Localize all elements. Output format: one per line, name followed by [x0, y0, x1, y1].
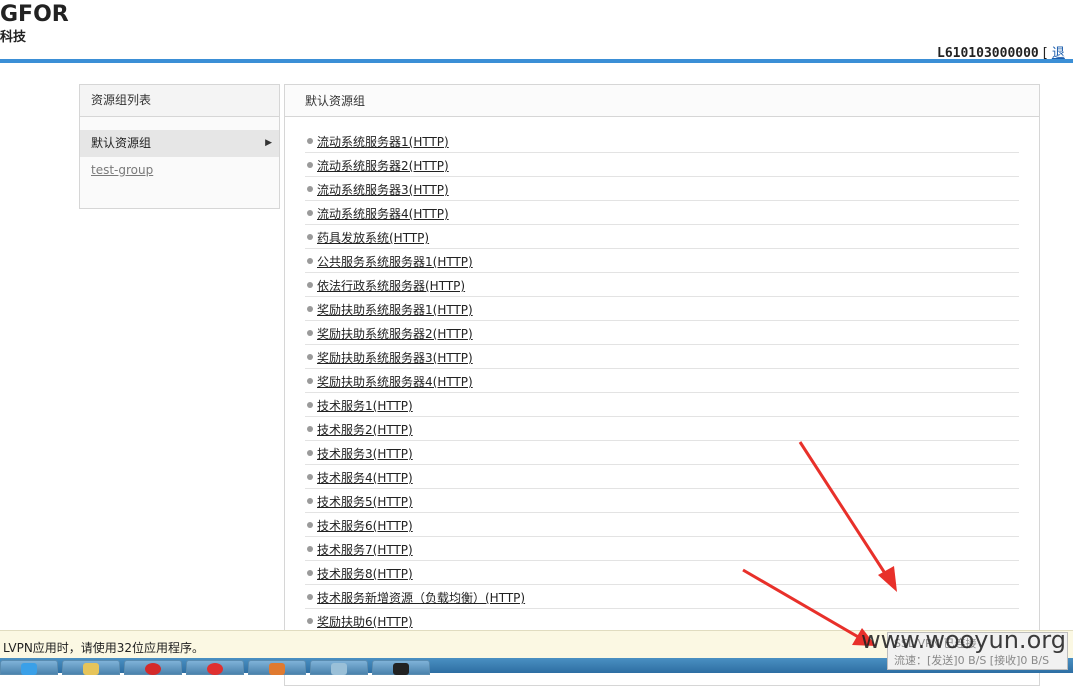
resource-item: 流动系统服务器4(HTTP): [305, 201, 1019, 225]
bullet-icon: [307, 162, 313, 168]
resource-item: 依法行政系统服务器(HTTP): [305, 273, 1019, 297]
resource-item: 奖励扶助系统服务器1(HTTP): [305, 297, 1019, 321]
bullet-icon: [307, 402, 313, 408]
resource-item: 公共服务系统服务器1(HTTP): [305, 249, 1019, 273]
resource-link[interactable]: 药具发放系统(HTTP): [317, 229, 429, 246]
resource-link[interactable]: 技术服务3(HTTP): [317, 445, 413, 462]
bullet-icon: [307, 426, 313, 432]
resource-item: 技术服务3(HTTP): [305, 441, 1019, 465]
resource-item: 药具发放系统(HTTP): [305, 225, 1019, 249]
notification-text: LVPN应用时，请使用32位应用程序。: [3, 641, 205, 655]
resource-link[interactable]: 技术服务2(HTTP): [317, 421, 413, 438]
resource-item: 奖励扶助系统服务器4(HTTP): [305, 369, 1019, 393]
app-icon: [331, 663, 347, 675]
resource-link[interactable]: 奖励扶助系统服务器1(HTTP): [317, 301, 473, 318]
resource-item: 流动系统服务器2(HTTP): [305, 153, 1019, 177]
logo-text: GFOR: [0, 2, 69, 27]
resource-list: 流动系统服务器1(HTTP) 流动系统服务器2(HTTP) 流动系统服务器3(HTT…: [305, 129, 1019, 633]
group-item-test-group[interactable]: test-group: [80, 157, 279, 184]
chevron-right-icon: ▶: [265, 138, 272, 148]
bullet-icon: [307, 570, 313, 576]
resource-item: 奖励扶助系统服务器3(HTTP): [305, 345, 1019, 369]
resource-link[interactable]: 奖励扶助系统服务器2(HTTP): [317, 325, 473, 342]
logo-subtext: 科技: [0, 30, 27, 45]
bullet-icon: [307, 354, 313, 360]
resource-group-list: 默认资源组 ▶ test-group: [80, 117, 279, 184]
bullet-icon: [307, 522, 313, 528]
bullet-icon: [307, 282, 313, 288]
resource-link[interactable]: 技术服务7(HTTP): [317, 541, 413, 558]
bullet-icon: [307, 234, 313, 240]
resource-link[interactable]: 奖励扶助系统服务器4(HTTP): [317, 373, 473, 390]
resource-link[interactable]: 技术服务4(HTTP): [317, 469, 413, 486]
resource-link[interactable]: 公共服务系统服务器1(HTTP): [317, 253, 473, 270]
group-item-label: test-group: [91, 163, 154, 177]
resource-item: 流动系统服务器3(HTTP): [305, 177, 1019, 201]
resource-group-panel-title: 资源组列表: [80, 85, 279, 117]
resource-item: 技术服务1(HTTP): [305, 393, 1019, 417]
resource-link[interactable]: 流动系统服务器2(HTTP): [317, 157, 449, 174]
folder-icon: [83, 663, 99, 675]
resource-link[interactable]: 技术服务8(HTTP): [317, 565, 413, 582]
resource-link[interactable]: 奖励扶助系统服务器3(HTTP): [317, 349, 473, 366]
resource-link[interactable]: 流动系统服务器4(HTTP): [317, 205, 449, 222]
bullet-icon: [307, 498, 313, 504]
resource-link[interactable]: 依法行政系统服务器(HTTP): [317, 277, 465, 294]
resource-group-panel: 资源组列表 默认资源组 ▶ test-group: [79, 84, 280, 209]
ie-icon: [21, 663, 37, 675]
bullet-icon: [307, 138, 313, 144]
bullet-icon: [307, 258, 313, 264]
resource-link[interactable]: 技术服务新增资源（负载均衡）(HTTP): [317, 589, 525, 606]
resource-item: 技术服务8(HTTP): [305, 561, 1019, 585]
bullet-icon: [307, 546, 313, 552]
bullet-icon: [307, 186, 313, 192]
group-item-label: 默认资源组: [91, 136, 152, 150]
resource-link[interactable]: 流动系统服务器3(HTTP): [317, 181, 449, 198]
resource-link[interactable]: 技术服务6(HTTP): [317, 517, 413, 534]
resource-item: 技术服务6(HTTP): [305, 513, 1019, 537]
resource-link[interactable]: 技术服务5(HTTP): [317, 493, 413, 510]
resource-item: 技术服务新增资源（负载均衡）(HTTP): [305, 585, 1019, 609]
resource-panel-title: 默认资源组: [285, 85, 1039, 117]
bullet-icon: [307, 210, 313, 216]
watermark: www.wooyun.org: [861, 626, 1066, 654]
bullet-icon: [307, 306, 313, 312]
terminal-icon: [393, 663, 409, 675]
bullet-icon: [307, 330, 313, 336]
bullet-icon: [307, 618, 313, 624]
bullet-icon: [307, 450, 313, 456]
app-icon: [145, 663, 161, 675]
resource-panel: 默认资源组 流动系统服务器1(HTTP) 流动系统服务器2(HTTP) 流动系统服务…: [284, 84, 1040, 686]
bullet-icon: [307, 378, 313, 384]
resource-link[interactable]: 奖励扶助6(HTTP): [317, 613, 413, 630]
vpn-speed-readout: 流速：[发送]0 B/S [接收]0 B/S: [894, 654, 1050, 667]
header-divider: [0, 59, 1073, 63]
resource-link[interactable]: 流动系统服务器1(HTTP): [317, 133, 449, 150]
resource-item: 技术服务2(HTTP): [305, 417, 1019, 441]
resource-link[interactable]: 技术服务1(HTTP): [317, 397, 413, 414]
resource-item: 技术服务7(HTTP): [305, 537, 1019, 561]
bullet-icon: [307, 474, 313, 480]
resource-item: 技术服务4(HTTP): [305, 465, 1019, 489]
resource-item: 技术服务5(HTTP): [305, 489, 1019, 513]
group-item-default[interactable]: 默认资源组 ▶: [80, 130, 279, 157]
app-icon: [269, 663, 285, 675]
app-icon: [207, 663, 223, 675]
bullet-icon: [307, 594, 313, 600]
resource-item: 奖励扶助系统服务器2(HTTP): [305, 321, 1019, 345]
resource-item: 流动系统服务器1(HTTP): [305, 129, 1019, 153]
